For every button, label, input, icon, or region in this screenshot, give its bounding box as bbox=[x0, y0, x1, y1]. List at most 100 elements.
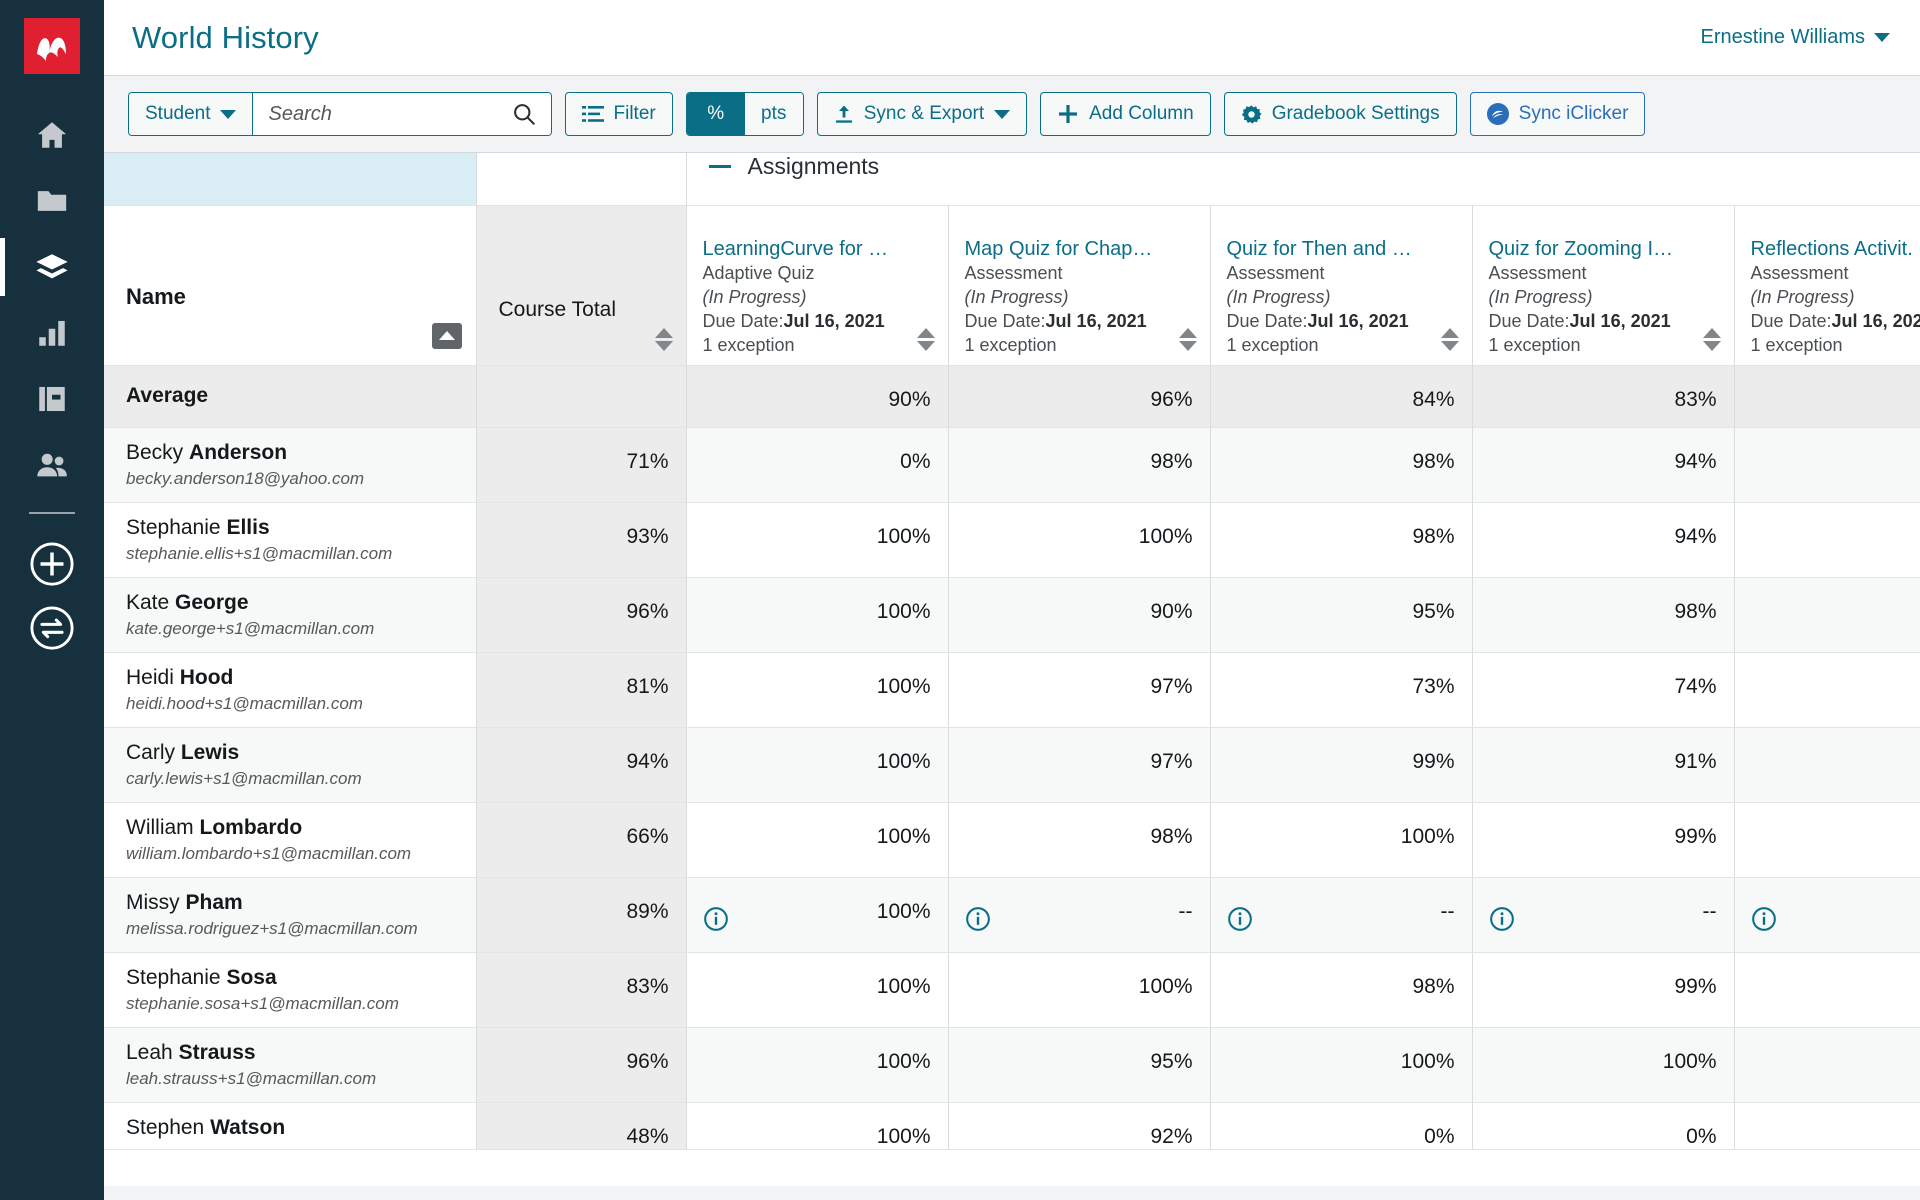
bottom-scroll-strip[interactable] bbox=[104, 1186, 1920, 1200]
grade-cell[interactable]: -- bbox=[948, 877, 1211, 953]
grade-cell[interactable]: 97% bbox=[948, 727, 1211, 803]
grade-cell[interactable]: 0% bbox=[1210, 1102, 1473, 1150]
grade-cell[interactable]: 91% bbox=[1472, 727, 1735, 803]
macmillan-logo-icon[interactable] bbox=[24, 18, 80, 74]
collapse-minus-icon[interactable] bbox=[708, 165, 731, 168]
grade-cell[interactable]: 94% bbox=[1472, 427, 1735, 503]
grade-cell[interactable]: 99% bbox=[1210, 727, 1473, 803]
sidebar-item-gradebook[interactable] bbox=[0, 234, 104, 300]
grade-cell[interactable]: 100% bbox=[686, 652, 949, 728]
sidebar-item-reports[interactable] bbox=[0, 300, 104, 366]
grade-cell[interactable] bbox=[1734, 952, 1920, 1028]
table-row[interactable]: Missy Pham melissa.rodriguez+s1@macmillan… bbox=[104, 877, 1920, 953]
assignments-group-header[interactable]: Assignments bbox=[686, 153, 1920, 206]
assignment-column-header[interactable]: Reflections Activit. Assessment (In Progre… bbox=[1734, 205, 1920, 366]
grade-cell[interactable] bbox=[1734, 577, 1920, 653]
grade-cell[interactable] bbox=[1734, 1027, 1920, 1103]
grade-cell[interactable]: 98% bbox=[1210, 952, 1473, 1028]
grade-cell[interactable]: 90% bbox=[948, 577, 1211, 653]
name-sort-ascending-button[interactable] bbox=[431, 322, 462, 349]
assignment-sort-button[interactable] bbox=[1440, 327, 1459, 351]
grade-cell[interactable]: 100% bbox=[948, 952, 1211, 1028]
filter-button[interactable]: Filter bbox=[564, 92, 673, 136]
table-row[interactable]: Heidi Hood heidi.hood+s1@macmillan.com 81%… bbox=[104, 652, 1920, 728]
grade-cell[interactable]: 100% bbox=[686, 577, 949, 653]
user-menu[interactable]: Ernestine Williams bbox=[1701, 26, 1890, 49]
grade-cell[interactable]: 98% bbox=[1210, 427, 1473, 503]
grade-cell[interactable]: 73% bbox=[1210, 652, 1473, 728]
grade-cell[interactable]: -- bbox=[1210, 877, 1473, 953]
student-filter-dropdown[interactable]: Student bbox=[129, 93, 253, 135]
table-row[interactable]: Stephen Watson 48% 100% 92% 0% 0% bbox=[104, 1102, 1920, 1150]
sidebar-item-resources[interactable] bbox=[0, 168, 104, 234]
sync-iclicker-button[interactable]: Sync iClicker bbox=[1469, 92, 1646, 136]
assignment-title-link[interactable]: LearningCurve for … bbox=[703, 236, 908, 263]
assignment-title-link[interactable]: Map Quiz for Chap… bbox=[965, 236, 1170, 263]
grade-cell[interactable]: 100% bbox=[686, 877, 949, 953]
grade-cell[interactable]: 0% bbox=[686, 427, 949, 503]
table-row[interactable]: Carly Lewis carly.lewis+s1@macmillan.com 9… bbox=[104, 727, 1920, 803]
student-name-cell[interactable]: Kate George kate.george+s1@macmillan.com bbox=[104, 577, 477, 653]
assignment-sort-button[interactable] bbox=[916, 327, 935, 351]
grade-cell[interactable]: 100% bbox=[686, 727, 949, 803]
student-name-cell[interactable]: Carly Lewis carly.lewis+s1@macmillan.com bbox=[104, 727, 477, 803]
sidebar-item-ebook[interactable] bbox=[0, 366, 104, 432]
grade-cell[interactable]: 100% bbox=[686, 502, 949, 578]
grade-cell[interactable]: 100% bbox=[686, 1027, 949, 1103]
grade-cell[interactable]: 0% bbox=[1472, 1102, 1735, 1150]
grade-cell[interactable] bbox=[1734, 727, 1920, 803]
assignment-sort-button[interactable] bbox=[1178, 327, 1197, 351]
table-row[interactable]: Leah Strauss leah.strauss+s1@macmillan.co… bbox=[104, 1027, 1920, 1103]
assignment-column-header[interactable]: Quiz for Then and … Assessment (In Progres… bbox=[1210, 205, 1473, 366]
grade-cell[interactable]: -- bbox=[1472, 877, 1735, 953]
info-icon[interactable] bbox=[1489, 906, 1515, 932]
sidebar-switch-course-button[interactable] bbox=[0, 596, 104, 660]
student-name-cell[interactable]: Stephanie Ellis stephanie.ellis+s1@macmil… bbox=[104, 502, 477, 578]
grade-cell[interactable]: 98% bbox=[1210, 502, 1473, 578]
assignment-title-link[interactable]: Quiz for Then and … bbox=[1227, 236, 1432, 263]
toggle-points[interactable]: pts bbox=[744, 93, 803, 135]
grade-cell[interactable]: 95% bbox=[948, 1027, 1211, 1103]
grade-cell[interactable] bbox=[1734, 877, 1920, 953]
student-name-cell[interactable]: Leah Strauss leah.strauss+s1@macmillan.co… bbox=[104, 1027, 477, 1103]
course-total-sort-button[interactable] bbox=[654, 327, 673, 351]
gradebook-grid[interactable]: Assignments Name Course Total LearningCu… bbox=[104, 153, 1920, 1200]
student-name-cell[interactable]: Stephanie Sosa stephanie.sosa+s1@macmilla… bbox=[104, 952, 477, 1028]
assignment-column-header[interactable]: Quiz for Zooming I… Assessment (In Progres… bbox=[1472, 205, 1735, 366]
info-icon[interactable] bbox=[1227, 906, 1253, 932]
assignment-title-link[interactable]: Reflections Activit. bbox=[1751, 236, 1920, 263]
assignment-sort-button[interactable] bbox=[1702, 327, 1721, 351]
table-row[interactable]: Kate George kate.george+s1@macmillan.com 9… bbox=[104, 577, 1920, 653]
grade-cell[interactable]: 98% bbox=[948, 802, 1211, 878]
grade-cell[interactable]: 95% bbox=[1210, 577, 1473, 653]
grade-cell[interactable]: 100% bbox=[1210, 802, 1473, 878]
grade-cell[interactable]: 100% bbox=[686, 1102, 949, 1150]
toggle-percent[interactable]: % bbox=[686, 93, 745, 135]
grade-cell[interactable]: 100% bbox=[948, 502, 1211, 578]
grade-cell[interactable]: 94% bbox=[1472, 502, 1735, 578]
grade-cell[interactable] bbox=[1734, 802, 1920, 878]
student-name-cell[interactable]: Stephen Watson bbox=[104, 1102, 477, 1150]
add-column-button[interactable]: Add Column bbox=[1040, 92, 1211, 136]
gradebook-settings-button[interactable]: Gradebook Settings bbox=[1223, 92, 1457, 136]
info-icon[interactable] bbox=[1751, 906, 1777, 932]
grade-cell[interactable]: 74% bbox=[1472, 652, 1735, 728]
assignment-column-header[interactable]: LearningCurve for … Adaptive Quiz (In Prog… bbox=[686, 205, 949, 366]
assignment-column-header[interactable]: Map Quiz for Chap… Assessment (In Progress… bbox=[948, 205, 1211, 366]
table-row[interactable]: Becky Anderson becky.anderson18@yahoo.com… bbox=[104, 427, 1920, 503]
sync-export-button[interactable]: Sync & Export bbox=[816, 92, 1028, 136]
info-icon[interactable] bbox=[965, 906, 991, 932]
grade-cell[interactable]: 99% bbox=[1472, 802, 1735, 878]
grade-cell[interactable]: 92% bbox=[948, 1102, 1211, 1150]
grade-cell[interactable]: 98% bbox=[1472, 577, 1735, 653]
grade-cell[interactable]: 97% bbox=[948, 652, 1211, 728]
student-name-cell[interactable]: Becky Anderson becky.anderson18@yahoo.com bbox=[104, 427, 477, 503]
grade-cell[interactable]: 100% bbox=[1472, 1027, 1735, 1103]
assignment-title-link[interactable]: Quiz for Zooming I… bbox=[1489, 236, 1694, 263]
grade-cell[interactable] bbox=[1734, 652, 1920, 728]
student-name-cell[interactable]: Heidi Hood heidi.hood+s1@macmillan.com bbox=[104, 652, 477, 728]
search-input[interactable] bbox=[268, 102, 499, 126]
grade-cell[interactable] bbox=[1734, 502, 1920, 578]
grade-cell[interactable] bbox=[1734, 427, 1920, 503]
sidebar-item-home[interactable] bbox=[0, 102, 104, 168]
